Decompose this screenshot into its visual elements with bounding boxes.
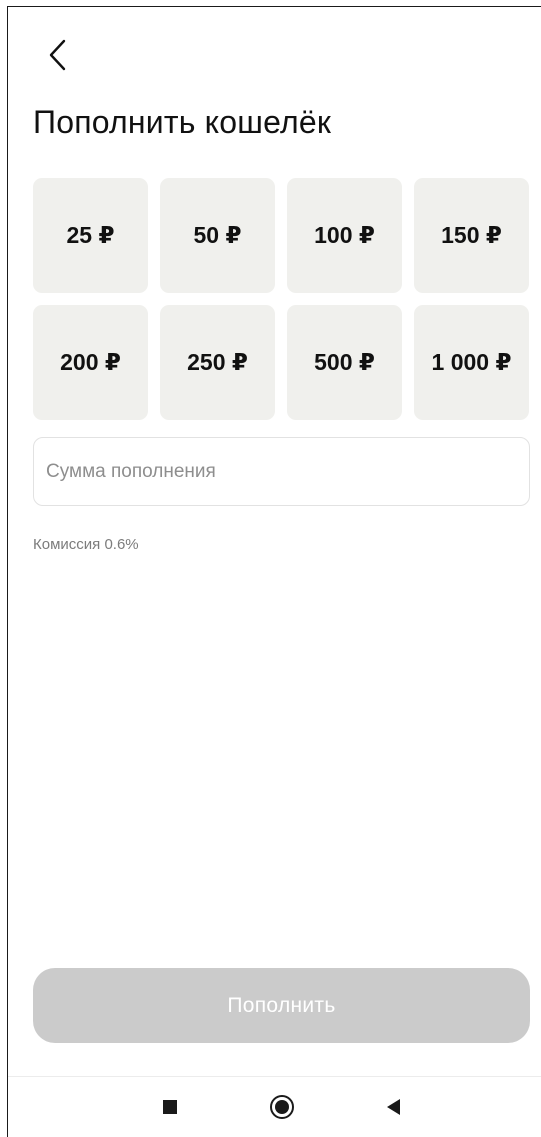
amount-tile-25[interactable]: 25 ₽ <box>33 178 148 293</box>
system-nav-bar <box>8 1077 541 1137</box>
system-back-button[interactable] <box>377 1091 409 1123</box>
circle-home-icon <box>270 1095 294 1119</box>
amount-input[interactable] <box>46 460 517 483</box>
amount-input-container[interactable] <box>33 437 530 506</box>
triangle-back-icon <box>386 1099 400 1115</box>
topup-button[interactable]: Пополнить <box>33 968 530 1043</box>
amount-presets: 25 ₽ 50 ₽ 100 ₽ 150 ₽ 200 ₽ 250 ₽ 500 ₽ … <box>33 178 530 420</box>
recents-button[interactable] <box>154 1091 186 1123</box>
amount-tile-250[interactable]: 250 ₽ <box>160 305 275 420</box>
home-button[interactable] <box>266 1091 298 1123</box>
amount-tile-1000[interactable]: 1 000 ₽ <box>414 305 529 420</box>
page-title: Пополнить кошелёк <box>33 104 332 140</box>
amount-tile-100[interactable]: 100 ₽ <box>287 178 402 293</box>
commission-note: Комиссия 0.6% <box>33 536 139 553</box>
back-button[interactable] <box>38 35 78 75</box>
amount-tile-200[interactable]: 200 ₽ <box>33 305 148 420</box>
amount-tile-150[interactable]: 150 ₽ <box>414 178 529 293</box>
amount-tile-50[interactable]: 50 ₽ <box>160 178 275 293</box>
amount-tile-500[interactable]: 500 ₽ <box>287 305 402 420</box>
chevron-left-icon <box>49 39 66 71</box>
square-icon <box>163 1100 177 1114</box>
